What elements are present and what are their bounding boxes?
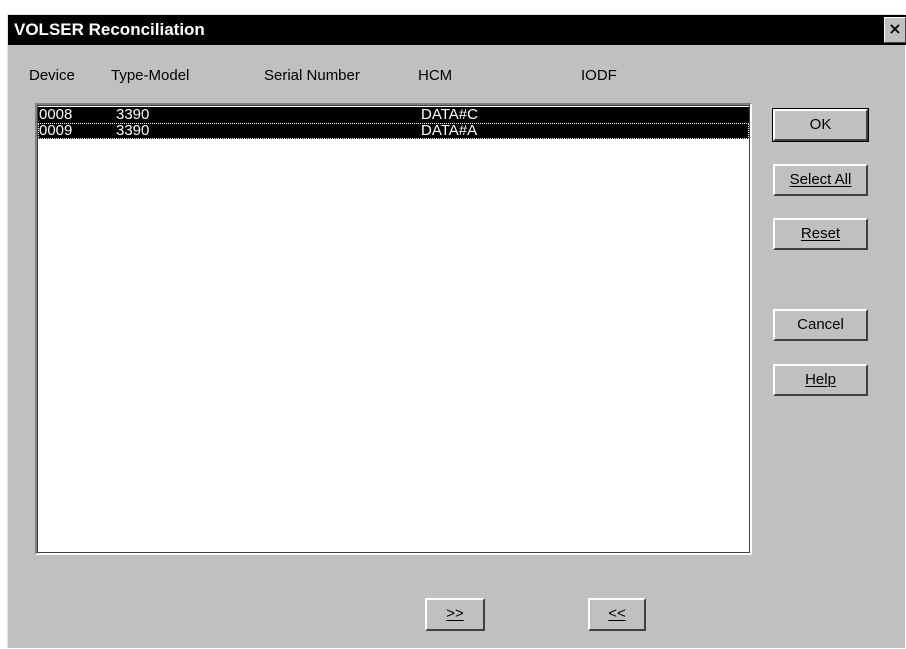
table-row[interactable]: 0008 3390 DATA#C [38, 107, 749, 123]
ok-button[interactable]: OK [772, 108, 869, 142]
select-all-button-label: Select All [789, 171, 852, 188]
help-button[interactable]: Help [773, 364, 868, 396]
column-header-type-model: Type-Model [111, 67, 190, 84]
close-icon[interactable]: × [884, 17, 906, 43]
cell-device: 0008 [39, 106, 73, 123]
cell-hcm: DATA#C [421, 106, 478, 123]
cancel-button[interactable]: Cancel [773, 309, 868, 341]
cell-hcm: DATA#A [421, 122, 478, 139]
volser-reconciliation-dialog: VOLSER Reconciliation × Device Type-Mode… [7, 14, 906, 648]
move-right-button-label: >> [446, 605, 464, 622]
cell-device: 0009 [39, 122, 73, 139]
device-listbox[interactable]: 0008 3390 DATA#C 0009 3390 DATA#A [35, 103, 752, 555]
column-header-serial-number: Serial Number [264, 67, 360, 84]
move-left-button[interactable]: << [588, 598, 646, 631]
cell-type-model: 3390 [116, 122, 150, 139]
table-row[interactable]: 0009 3390 DATA#A [38, 123, 749, 139]
reset-button-label: Reset [800, 225, 841, 242]
ok-button-label: OK [809, 116, 832, 133]
column-header-iodf: IODF [581, 67, 617, 84]
select-all-button[interactable]: Select All [773, 164, 868, 196]
move-left-button-label: << [608, 605, 626, 622]
move-right-button[interactable]: >> [425, 598, 485, 631]
help-button-label: Help [805, 371, 836, 388]
column-header-hcm: HCM [418, 67, 453, 84]
reset-button[interactable]: Reset [773, 218, 868, 250]
dialog-title: VOLSER Reconciliation [14, 20, 205, 39]
column-header-device: Device [29, 67, 75, 84]
cancel-button-label: Cancel [797, 316, 844, 333]
title-bar[interactable]: VOLSER Reconciliation × [8, 15, 906, 45]
cell-type-model: 3390 [116, 106, 150, 123]
